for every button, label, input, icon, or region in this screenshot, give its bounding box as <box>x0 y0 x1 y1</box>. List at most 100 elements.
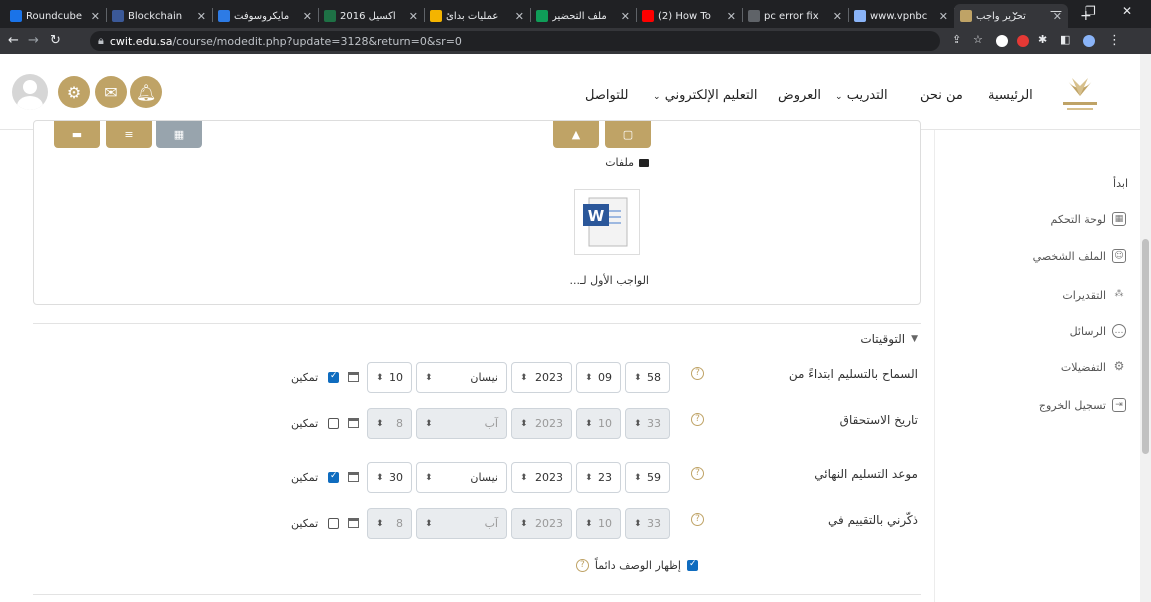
sidebar-item-preferences[interactable]: ⚙ التفضيلات <box>1061 360 1126 374</box>
enable-checkbox[interactable] <box>328 418 339 429</box>
share-icon[interactable]: ⇪ <box>952 33 961 46</box>
nav-offers[interactable]: العروض <box>778 88 821 103</box>
extensions-puzzle-icon[interactable]: ✱ <box>1038 33 1047 46</box>
sidebar-item-dashboard[interactable]: ▦ لوحة التحكم <box>1051 212 1126 226</box>
grid-view-button[interactable]: ▦ <box>156 121 202 148</box>
close-tab-icon[interactable]: ✕ <box>515 10 524 23</box>
browser-tab[interactable]: أكسيل 2016 ✕ <box>318 4 424 28</box>
forward-icon[interactable]: → <box>28 33 39 48</box>
sidepanel-icon[interactable]: ◧ <box>1060 33 1070 46</box>
nav-training[interactable]: التدريب ⌄ <box>835 88 888 103</box>
calendar-icon[interactable] <box>348 418 359 428</box>
add-file-button[interactable]: ▲ <box>553 121 599 148</box>
extension-icon[interactable] <box>996 35 1008 47</box>
close-window-icon[interactable]: ✕ <box>1122 4 1132 18</box>
calendar-icon[interactable] <box>348 372 359 382</box>
nav-elearning[interactable]: التعليم الإلكتروني ⌄ <box>653 88 757 103</box>
month-select[interactable]: نيسان ⬍ <box>416 362 507 393</box>
browser-tab[interactable]: Blockchain ✕ <box>106 4 212 28</box>
always-show-checkbox[interactable] <box>687 559 698 571</box>
enable-checkbox[interactable] <box>328 371 339 383</box>
nav-contact[interactable]: للتواصل <box>585 88 628 103</box>
browser-tab[interactable]: www.vpnbc ✕ <box>848 4 954 28</box>
minute-select[interactable]: 58 ⬍ <box>625 362 670 393</box>
bookmark-star-icon[interactable]: ☆ <box>973 33 983 46</box>
close-tab-icon[interactable]: ✕ <box>727 10 736 23</box>
extension-icon[interactable] <box>1017 35 1029 47</box>
hour-select[interactable]: 10 ⬍ <box>576 508 621 539</box>
grades-icon: ⁂ <box>1114 289 1124 299</box>
url-field[interactable]: 🔒︎ cwit.edu.sa/course/modedit.php?update… <box>90 31 940 51</box>
sidebar-item-logout[interactable]: ⇥ تسجيل الخروج <box>1039 398 1126 412</box>
minute-select[interactable]: 33 ⬍ <box>625 408 670 439</box>
help-icon[interactable]: ? <box>691 513 704 526</box>
enable-checkbox[interactable] <box>328 471 339 483</box>
year-select[interactable]: 2023 ⬍ <box>511 362 572 393</box>
help-icon[interactable]: ? <box>691 413 704 426</box>
enable-checkbox[interactable] <box>328 518 339 529</box>
close-tab-icon[interactable]: ✕ <box>409 10 418 23</box>
browser-tab[interactable]: ملف التحضير ✕ <box>530 4 636 28</box>
sidebar-item-label: التقديرات <box>1062 288 1106 302</box>
day-select[interactable]: 8 ⬍ <box>367 408 412 439</box>
close-tab-icon[interactable]: ✕ <box>197 10 206 23</box>
back-icon[interactable]: ← <box>8 33 19 48</box>
minimize-icon[interactable]: — <box>1050 4 1062 18</box>
upload-button[interactable]: ▬ <box>54 121 100 148</box>
browser-tab[interactable]: (2) How To ✕ <box>636 4 742 28</box>
minute-select[interactable]: 33 ⬍ <box>625 508 670 539</box>
month-select[interactable]: آب ⬍ <box>416 508 507 539</box>
day-select[interactable]: 10 ⬍ <box>367 362 412 393</box>
maximize-icon[interactable]: ❐ <box>1085 4 1096 18</box>
month-select[interactable]: نيسان ⬍ <box>416 462 507 493</box>
tab-search-icon[interactable]: ⌄ <box>1010 4 1020 18</box>
year-select[interactable]: 2023 ⬍ <box>511 408 572 439</box>
sidebar-item-grades[interactable]: ⁂ التقديرات <box>1062 288 1126 302</box>
sidebar-item-profile[interactable]: ☺ الملف الشخصي <box>1033 249 1126 263</box>
create-folder-button[interactable]: ▢ <box>605 121 651 148</box>
nav-about[interactable]: من نحن <box>920 88 963 103</box>
settings-gear-icon[interactable]: ⚙ <box>58 76 90 108</box>
sidebar-item-messages[interactable]: … الرسائل <box>1070 324 1126 338</box>
close-tab-icon[interactable]: ✕ <box>833 10 842 23</box>
help-icon[interactable]: ? <box>575 559 589 572</box>
hour-select[interactable]: 09 ⬍ <box>576 362 621 393</box>
page-scrollbar[interactable] <box>1140 54 1151 602</box>
browser-tab[interactable]: مايكروسوفت ✕ <box>212 4 318 28</box>
month-select[interactable]: آب ⬍ <box>416 408 507 439</box>
hour-select[interactable]: 23 ⬍ <box>576 462 621 493</box>
file-thumbnail[interactable]: W <box>574 189 640 255</box>
avatar[interactable] <box>12 74 48 110</box>
file-icon: ▬ <box>71 128 83 141</box>
close-tab-icon[interactable]: ✕ <box>621 10 630 23</box>
calendar-icon[interactable] <box>348 472 359 482</box>
date-row-label: السماح بالتسليم ابتداءً من <box>788 367 918 381</box>
reload-icon[interactable]: ↻ <box>50 33 61 48</box>
close-tab-icon[interactable]: ✕ <box>303 10 312 23</box>
close-tab-icon[interactable]: ✕ <box>939 10 948 23</box>
day-select[interactable]: 8 ⬍ <box>367 508 412 539</box>
file-name[interactable]: الواجب الأول لـ... <box>570 274 649 287</box>
day-select[interactable]: 30 ⬍ <box>367 462 412 493</box>
calendar-icon[interactable] <box>348 518 359 528</box>
profile-icon[interactable] <box>1083 35 1095 47</box>
year-select[interactable]: 2023 ⬍ <box>511 462 572 493</box>
menu-dots-icon[interactable]: ⋮ <box>1108 33 1121 48</box>
help-icon[interactable]: ? <box>691 467 704 480</box>
year-select[interactable]: 2023 ⬍ <box>511 508 572 539</box>
minute-select[interactable]: 59 ⬍ <box>625 462 670 493</box>
nav-home[interactable]: الرئيسية <box>988 88 1033 103</box>
nav-training-label: التدريب <box>846 88 888 103</box>
messages-icon[interactable]: ✉ <box>95 76 127 108</box>
list-view-button[interactable]: ≡ <box>106 121 152 148</box>
section-toggle-timing[interactable]: ▼ التوقيتات <box>860 332 918 346</box>
hour-select[interactable]: 10 ⬍ <box>576 408 621 439</box>
browser-tab[interactable]: pc error fix ✕ <box>742 4 848 28</box>
scrollbar-thumb[interactable] <box>1142 239 1149 454</box>
browser-tab[interactable]: عمليات بدائ ✕ <box>424 4 530 28</box>
sidebar-heading: ابدأ <box>1113 177 1128 190</box>
help-icon[interactable]: ? <box>691 367 704 380</box>
browser-tab[interactable]: Roundcube ✕ <box>4 4 106 28</box>
notifications-icon[interactable]: 🔔︎ <box>130 76 162 108</box>
close-tab-icon[interactable]: ✕ <box>91 10 100 23</box>
